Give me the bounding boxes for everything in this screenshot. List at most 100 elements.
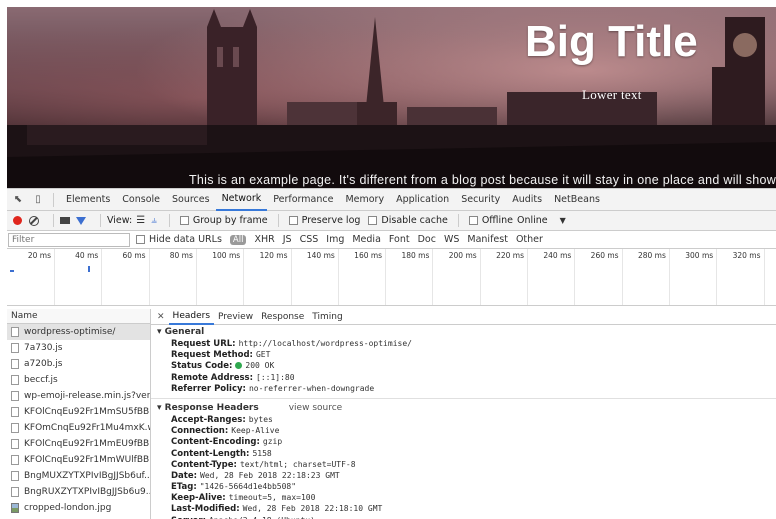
capture-screenshots-icon[interactable] [60, 217, 70, 224]
timeline-tick-label: 200 ms [448, 251, 477, 260]
filter-type-xhr[interactable]: XHR [254, 234, 274, 245]
timeline-gridline [763, 249, 765, 305]
chevron-down-icon[interactable]: ▼ [560, 216, 566, 225]
tab-timing[interactable]: Timing [308, 309, 346, 325]
filter-type-font[interactable]: Font [389, 234, 410, 245]
request-row[interactable]: wordpress-optimise/ [7, 324, 150, 340]
overview-timeline[interactable]: 20 ms 40 ms 60 ms 80 ms 100 ms 120 ms 140 ms 16… [7, 249, 776, 306]
header-key: Request Method: [171, 350, 253, 361]
header-value: no-referrer-when-downgrade [248, 383, 375, 393]
timeline-tick-label: 20 ms [27, 251, 51, 260]
timeline-bar [10, 270, 14, 272]
timeline-gridline [290, 249, 292, 305]
disable-cache-checkbox[interactable] [368, 216, 378, 225]
request-row[interactable]: BngMUXZYTXPIvIBgJJSb6uf... [7, 468, 150, 484]
response-headers-section: ▾ Response Headers view source Accept-Ra… [151, 401, 776, 519]
tab-netbeans[interactable]: NetBeans [548, 189, 606, 211]
timeline-gridline [479, 249, 481, 305]
filter-type-media[interactable]: Media [352, 234, 381, 245]
request-row[interactable]: KFOlCnqEu92Fr1MmWUlfBB... [7, 452, 150, 468]
request-list: Name wordpress-optimise/7a730.js a720b.js… [7, 309, 151, 519]
filter-type-manifest[interactable]: Manifest [467, 234, 508, 245]
inspect-element-icon[interactable]: ⬉ [11, 193, 25, 207]
timeline-tick-label: 320 ms [732, 251, 761, 260]
tab-console[interactable]: Console [116, 189, 166, 211]
header-row: Accept-Ranges: bytes [157, 414, 776, 425]
header-value: 200 OK [245, 361, 275, 371]
group-by-frame-checkbox[interactable] [179, 216, 189, 225]
tab-response[interactable]: Response [257, 309, 308, 325]
hide-data-urls-checkbox[interactable] [136, 235, 145, 244]
tab-performance[interactable]: Performance [267, 189, 339, 211]
header-key: Content-Length: [171, 448, 250, 459]
header-value: text/html; charset=UTF-8 [239, 459, 356, 469]
filter-type-doc[interactable]: Doc [418, 234, 436, 245]
request-name: beccf.js [24, 375, 58, 385]
timeline-gridline [195, 249, 197, 305]
header-value: Keep-Alive [231, 426, 280, 436]
filter-type-css[interactable]: CSS [300, 234, 319, 245]
timeline-bar [88, 266, 90, 272]
request-name: wp-emoji-release.min.js?ver=... [24, 391, 150, 401]
name-column-header[interactable]: Name [7, 309, 150, 324]
timeline-tick-label: 100 ms [212, 251, 241, 260]
request-row[interactable]: cropped-london.jpg [7, 500, 150, 516]
tab-audits[interactable]: Audits [506, 189, 548, 211]
request-name: KFOlCnqEu92Fr1MmWUlfBB... [24, 455, 150, 465]
filter-icon[interactable] [76, 216, 86, 225]
tab-sources[interactable]: Sources [166, 189, 216, 211]
timeline-gridline [716, 249, 718, 305]
filter-type-all[interactable]: All [229, 234, 247, 245]
header-row: Content-Type: text/html; charset=UTF-8 [157, 459, 776, 470]
general-section: ▾ General Request URL: http://localhost/w… [151, 325, 776, 394]
clear-icon[interactable] [29, 215, 39, 226]
tab-headers[interactable]: Headers [168, 309, 215, 325]
offline-checkbox[interactable] [468, 216, 478, 225]
tab-security[interactable]: Security [455, 189, 506, 211]
waterfall-icon[interactable]: ⫨ [151, 215, 157, 226]
general-section-header[interactable]: ▾ General [157, 326, 776, 338]
tab-network[interactable]: Network [215, 189, 268, 211]
device-toolbar-icon[interactable]: ▯ [31, 193, 45, 207]
throttling-select[interactable]: Online [517, 215, 548, 226]
timeline-tick-label: 60 ms [122, 251, 146, 260]
request-row[interactable]: KFOlCnqEu92Fr1MmSU5fBB... [7, 404, 150, 420]
timeline-tick-label: 160 ms [354, 251, 383, 260]
general-section-title: General [164, 327, 205, 337]
tab-elements[interactable]: Elements [60, 189, 116, 211]
request-row[interactable]: a720b.js [7, 356, 150, 372]
page-intro-text: This is an example page. It's different … [189, 173, 776, 187]
preserve-log-checkbox[interactable] [288, 216, 298, 225]
timeline-tick-label: 80 ms [169, 251, 193, 260]
request-row[interactable]: beccf.js [7, 372, 150, 388]
request-name: KFOmCnqEu92Fr1Mu4mxK.w... [24, 423, 150, 433]
request-row[interactable]: KFOlCnqEu92Fr1MmEU9fBB... [7, 436, 150, 452]
filter-type-ws[interactable]: WS [444, 234, 459, 245]
header-key: Accept-Ranges: [171, 414, 246, 425]
tab-preview[interactable]: Preview [214, 309, 257, 325]
header-row: Referrer Policy: no-referrer-when-downgra… [157, 383, 776, 394]
document-file-icon [11, 439, 19, 449]
header-row: Status Code: 200 OK [157, 360, 776, 371]
tab-memory[interactable]: Memory [339, 189, 390, 211]
request-row[interactable]: wp-emoji-release.min.js?ver=... [7, 388, 150, 404]
request-row[interactable]: BngRUXZYTXPIvIBgJJSb6u9... [7, 484, 150, 500]
tab-application[interactable]: Application [390, 189, 455, 211]
header-value: "1426-5664d1e4bb508" [199, 482, 297, 492]
filter-type-js[interactable]: JS [283, 234, 292, 245]
detail-tabs: ✕ Headers Preview Response Timing [151, 309, 776, 325]
filter-type-other[interactable]: Other [516, 234, 543, 245]
document-file-icon [11, 487, 19, 497]
timeline-tick-label: 300 ms [685, 251, 714, 260]
filter-input[interactable] [8, 232, 130, 247]
filter-type-img[interactable]: Img [326, 234, 344, 245]
request-row[interactable]: KFOmCnqEu92Fr1Mu4mxK.w... [7, 420, 150, 436]
response-headers-header[interactable]: ▾ Response Headers view source [157, 402, 776, 414]
request-row[interactable]: 7a730.js [7, 340, 150, 356]
document-file-icon [11, 471, 19, 481]
close-icon[interactable]: ✕ [157, 312, 165, 322]
view-source-link[interactable]: view source [289, 403, 342, 413]
record-icon[interactable] [13, 216, 22, 225]
request-name: 7a730.js [24, 343, 63, 353]
large-rows-icon[interactable]: ☰ [136, 215, 145, 226]
